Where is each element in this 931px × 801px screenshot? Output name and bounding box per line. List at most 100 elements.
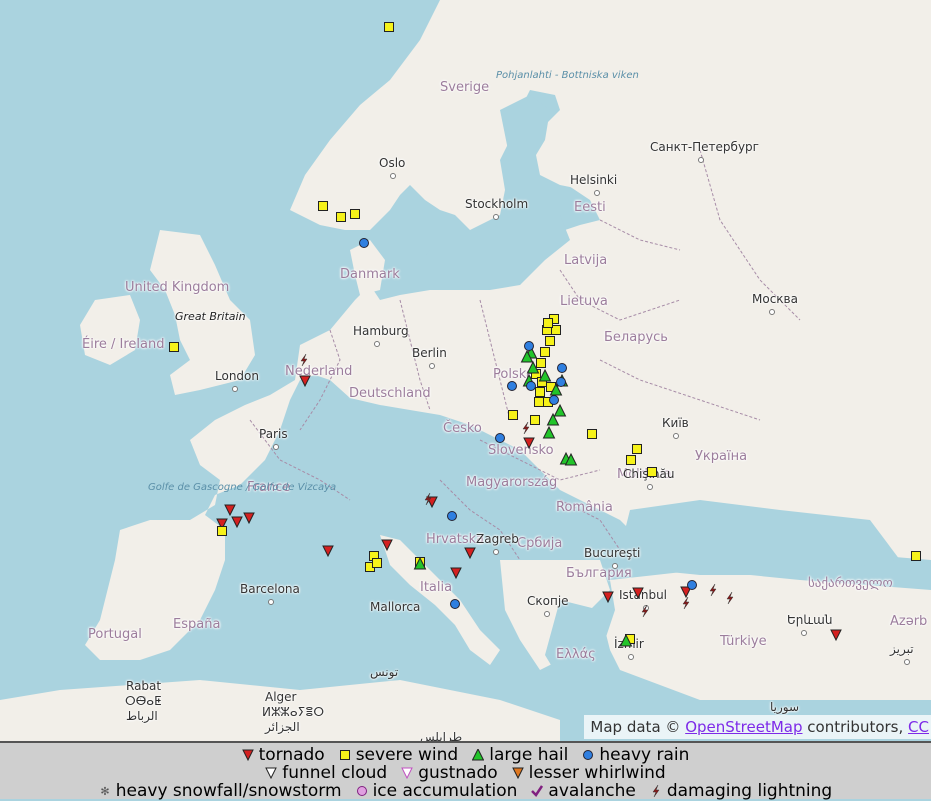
heavy-rain-report-marker[interactable] — [447, 511, 457, 521]
map-attribution: Map data © OpenStreetMap contributors, C… — [584, 715, 931, 739]
severe-wind-report-marker[interactable] — [508, 410, 518, 420]
tornado-report-marker[interactable] — [632, 587, 644, 600]
legend-item-funnel-cloud: funnel cloud — [265, 764, 387, 782]
legend-row-2: funnel cloud gustnado lesser whirlwind — [0, 764, 931, 782]
tornado-report-marker[interactable] — [322, 545, 334, 558]
severe-wind-report-marker[interactable] — [535, 387, 545, 397]
legend-label: damaging lightning — [666, 781, 833, 801]
tornado-report-marker[interactable] — [231, 516, 243, 529]
avalanche-icon — [531, 785, 544, 797]
gustnado-symbol[interactable] — [401, 767, 413, 779]
severe-wind-report-marker[interactable] — [318, 201, 328, 211]
damaging-lightning-report-marker[interactable] — [709, 583, 717, 597]
heavy-rain-report-marker[interactable] — [556, 377, 566, 387]
legend-item-lesser-whirlwind: lesser whirlwind — [511, 764, 666, 782]
large-hail-report-marker[interactable] — [553, 403, 567, 417]
tornado-report-marker[interactable] — [243, 512, 255, 525]
heavy-rain-report-marker[interactable] — [524, 341, 534, 351]
legend-item-lightning: damaging lightning — [650, 782, 832, 800]
tornado-report-marker[interactable] — [523, 437, 535, 450]
severe-wind-report-marker[interactable] — [587, 429, 597, 439]
severe-wind-report-marker[interactable] — [540, 347, 550, 357]
severe-wind-report-marker[interactable] — [911, 551, 921, 561]
tornado-report-marker[interactable] — [299, 375, 311, 388]
heavy-rain-report-marker[interactable] — [549, 395, 559, 405]
severe-wind-report-marker[interactable] — [372, 558, 382, 568]
snow-symbol[interactable]: ✻ — [100, 785, 109, 797]
severe-wind-report-marker[interactable] — [530, 415, 540, 425]
ice-icon — [356, 786, 367, 796]
severe-wind-report-marker[interactable] — [350, 209, 360, 219]
tornado-report-marker[interactable] — [224, 504, 236, 517]
severe-wind-icon — [339, 750, 350, 760]
severe-wind-report-marker[interactable] — [534, 397, 544, 407]
cc-link[interactable]: CC — [908, 718, 929, 736]
tornado-symbol[interactable] — [241, 749, 254, 761]
tornado-report-marker[interactable] — [830, 629, 842, 642]
heavy-rain-report-marker[interactable] — [526, 381, 536, 391]
severe-wind-symbol[interactable] — [339, 750, 350, 760]
severe-wind-report-marker[interactable] — [626, 455, 636, 465]
svg-text:✻: ✻ — [100, 785, 109, 797]
gustnado-icon — [401, 767, 413, 779]
heavy-rain-report-marker[interactable] — [687, 580, 697, 590]
legend-row-1: tornado severe wind large hail heavy rain — [0, 746, 931, 764]
legend-item-avalanche: avalanche — [531, 782, 636, 800]
legend-label: heavy snowfall/snowstorm — [115, 781, 342, 801]
severe-wind-report-marker[interactable] — [384, 22, 394, 32]
large-hail-symbol[interactable] — [472, 749, 485, 761]
attribution-prefix: Map data © — [590, 718, 681, 736]
severe-wind-report-marker[interactable] — [632, 444, 642, 454]
legend-label: gustnado — [418, 763, 498, 783]
funnel-cloud-symbol[interactable] — [265, 767, 278, 779]
legend-item-severe-wind: severe wind — [339, 745, 459, 765]
legend: tornado severe wind large hail heavy rain f… — [0, 741, 931, 800]
damaging-lightning-report-marker[interactable] — [300, 353, 308, 367]
avalanche-symbol[interactable] — [531, 785, 544, 797]
heavy-rain-report-marker[interactable] — [507, 381, 517, 391]
large-hail-icon — [472, 749, 485, 761]
legend-label: heavy rain — [599, 745, 690, 765]
tornado-report-marker[interactable] — [450, 567, 462, 580]
lightning-symbol[interactable] — [652, 785, 660, 797]
legend-label: large hail — [489, 745, 569, 765]
legend-row-3: ✻ heavy snowfall/snowstorm ice accumulatio… — [0, 782, 931, 800]
attribution-suffix: contributors, — [807, 718, 904, 736]
heavy-rain-symbol[interactable] — [583, 750, 594, 760]
osm-link[interactable]: OpenStreetMap — [685, 718, 802, 736]
lesser-whirlwind-symbol[interactable] — [511, 767, 524, 779]
severe-wind-report-marker[interactable] — [169, 342, 179, 352]
tornado-report-marker[interactable] — [464, 547, 476, 560]
tornado-icon — [241, 749, 254, 761]
severe-wind-report-marker[interactable] — [536, 358, 546, 368]
severe-wind-report-marker[interactable] — [545, 336, 555, 346]
report-markers — [169, 22, 921, 647]
legend-item-tornado: tornado — [241, 746, 325, 764]
large-hail-report-marker[interactable] — [542, 425, 556, 439]
severe-wind-report-marker[interactable] — [336, 212, 346, 222]
damaging-lightning-report-marker[interactable] — [641, 604, 649, 618]
severe-wind-report-marker[interactable] — [543, 318, 553, 328]
legend-label: funnel cloud — [282, 763, 388, 783]
heavy-rain-report-marker[interactable] — [495, 433, 505, 443]
damaging-lightning-report-marker[interactable] — [522, 421, 530, 435]
snow-icon: ✻ — [100, 785, 109, 797]
lightning-icon — [652, 785, 660, 797]
tornado-report-marker[interactable] — [381, 539, 393, 552]
damaging-lightning-report-marker[interactable] — [682, 596, 690, 610]
severe-wind-report-marker[interactable] — [217, 526, 227, 536]
tornado-report-marker[interactable] — [602, 591, 614, 604]
heavy-rain-report-marker[interactable] — [450, 599, 460, 609]
map-view[interactable]: Sverige Danmark United Kingdom Éire / Irela… — [0, 0, 931, 741]
ice-symbol[interactable] — [356, 786, 367, 796]
damaging-lightning-report-marker[interactable] — [726, 591, 734, 605]
heavy-rain-report-marker[interactable] — [557, 363, 567, 373]
large-hail-report-marker[interactable] — [538, 368, 552, 382]
severe-wind-report-marker[interactable] — [647, 467, 657, 477]
legend-item-ice: ice accumulation — [356, 781, 518, 801]
heavy-rain-report-marker[interactable] — [359, 238, 369, 248]
legend-item-gustnado: gustnado — [401, 763, 498, 783]
funnel-cloud-icon — [265, 767, 278, 779]
legend-label: severe wind — [355, 745, 459, 765]
legend-label: ice accumulation — [372, 781, 518, 801]
